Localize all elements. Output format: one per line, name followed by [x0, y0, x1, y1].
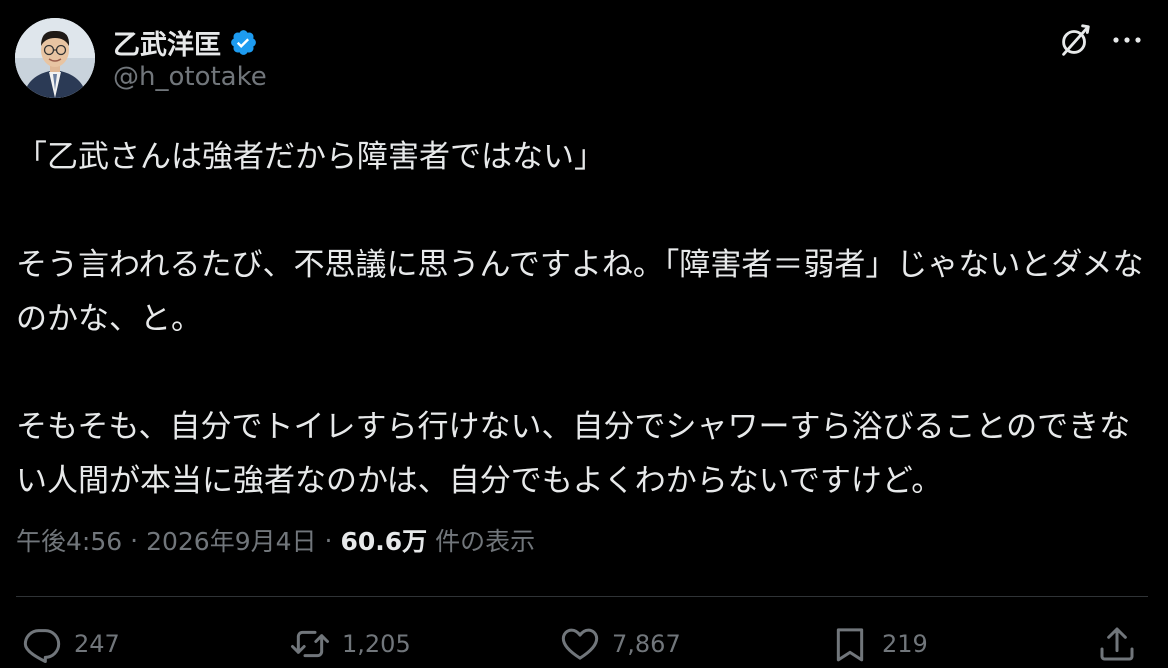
tweet-paragraph: そう言われるたび、不思議に思うんですよね。「障害者＝弱者」じゃないとダメなのかな… [16, 247, 1144, 337]
retweet-button[interactable]: 1,205 [290, 622, 411, 666]
grok-icon[interactable] [1056, 22, 1094, 60]
tweet-paragraph: そもそも、自分でトイレすら行けない、自分でシャワーすら浴びることのできない人間が… [16, 409, 1131, 499]
avatar-image [15, 18, 95, 98]
views-count[interactable]: 60.6万 [340, 522, 427, 558]
retweet-icon [291, 630, 329, 658]
reply-count: 247 [74, 630, 120, 658]
bookmark-count: 219 [882, 630, 928, 658]
reply-icon [23, 629, 61, 663]
tweet-date[interactable]: 2026年9月4日 [146, 522, 316, 558]
bookmark-icon [836, 628, 864, 662]
tweet-time[interactable]: 午後4:56 [16, 522, 122, 558]
tweet: 乙武洋匡 @h_ototake 「乙武さんは強者だから障害者ではない」 そう言わ… [0, 0, 1168, 668]
author-handle[interactable]: @h_ototake [113, 62, 267, 92]
tweet-meta: 午後4:56 · 2026年9月4日 · 60.6万 件の表示 [16, 520, 535, 560]
like-button[interactable]: 7,867 [560, 622, 681, 666]
more-icon[interactable] [1110, 28, 1144, 52]
tweet-paragraph: 「乙武さんは強者だから障害者ではない」 [16, 139, 605, 175]
divider [16, 596, 1148, 597]
author-name-row: 乙武洋匡 [113, 22, 258, 62]
reply-button[interactable]: 247 [22, 622, 120, 666]
author-display-name[interactable]: 乙武洋匡 [113, 23, 221, 62]
bookmark-button[interactable]: 219 [830, 622, 928, 666]
meta-separator: · [130, 525, 139, 555]
like-count: 7,867 [612, 630, 681, 658]
retweet-count: 1,205 [342, 630, 411, 658]
avatar[interactable] [15, 18, 95, 98]
share-button[interactable] [1097, 622, 1137, 666]
tweet-text: 「乙武さんは強者だから障害者ではない」 そう言われるたび、不思議に思うんですよね… [16, 130, 1146, 508]
share-icon [1100, 627, 1134, 661]
views-label: 件の表示 [435, 527, 536, 556]
verified-badge-icon[interactable] [229, 28, 258, 57]
meta-separator: · [324, 525, 333, 555]
like-icon [561, 628, 599, 660]
